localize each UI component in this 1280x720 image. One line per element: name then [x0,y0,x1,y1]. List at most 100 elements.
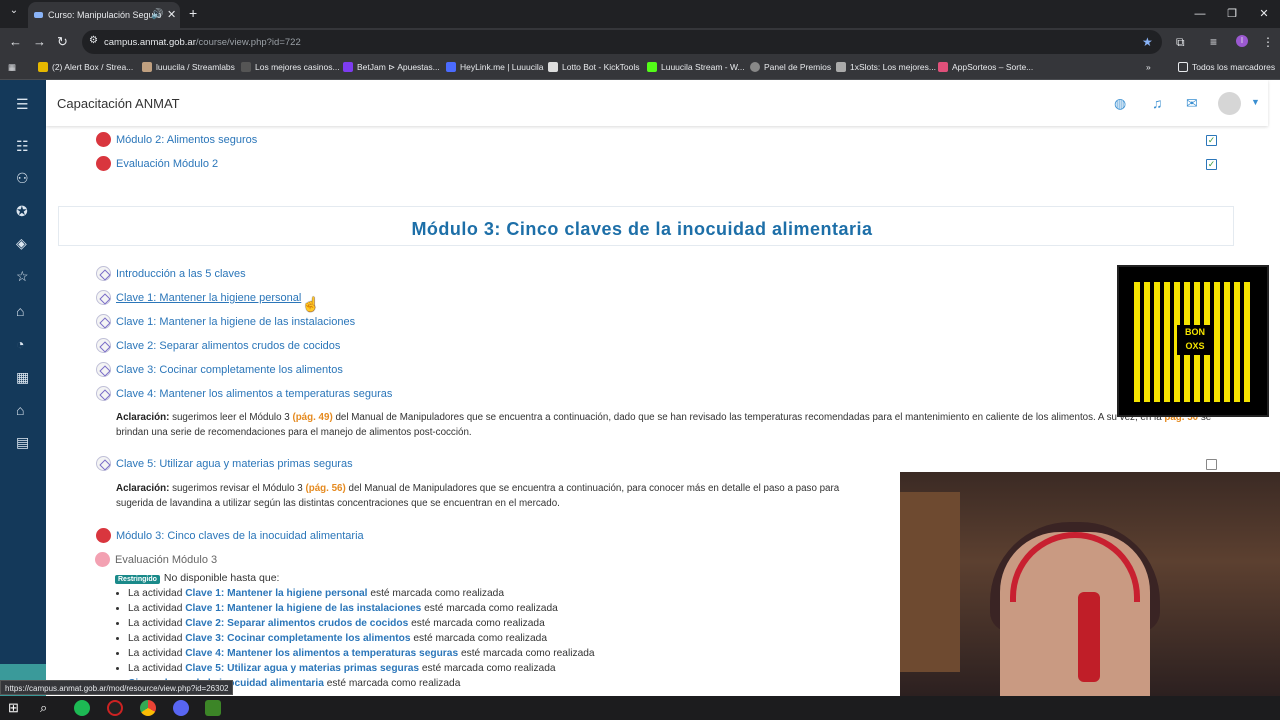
activity-link[interactable]: Clave 3: Cocinar completamente los alime… [185,633,410,644]
close-tab-icon[interactable]: ✕ [167,8,176,21]
activity-link[interactable]: Clave 1: Mantener la higiene de las inst… [185,603,421,614]
lesson-link[interactable]: Clave 5: Utilizar agua y materias primas… [96,456,353,471]
activity-link[interactable]: Clave 2: Separar alimentos crudos de coc… [185,618,408,629]
bookmark-star-icon[interactable]: ★ [1142,35,1153,49]
lesson-link[interactable]: Introducción a las 5 claves [96,266,246,281]
user-menu-chevron-down-icon[interactable]: ▼ [1251,97,1260,107]
home-icon[interactable]: ⌂ [16,303,24,319]
activity-link[interactable]: Módulo 2: Alimentos seguros [96,132,257,147]
lesson-link[interactable]: Clave 2: Separar alimentos crudos de coc… [96,338,340,353]
restore-icon[interactable]: ❐ [1216,0,1248,28]
restricted-quiz: Evaluación Módulo 3 [95,552,217,567]
minimize-icon[interactable]: — [1184,0,1216,28]
reload-icon[interactable]: ↻ [57,34,68,50]
bookmark-item[interactable]: BetJam ⊳ Apuestas... [343,62,440,73]
apps-grid-icon[interactable]: ▦ [8,62,16,73]
spotify-icon[interactable] [74,700,90,716]
completion-checkbox[interactable] [1206,459,1217,470]
forward-icon[interactable]: → [33,34,46,49]
mortarboard-icon[interactable]: ⌂ [16,402,24,418]
activity-link[interactable]: Evaluación Módulo 2 [96,156,218,171]
lesson-link[interactable]: Clave 4: Mantener los alimentos a temper… [96,386,392,401]
activity-link[interactable]: Clave 1: Mantener la higiene personal [185,588,367,599]
close-window-icon[interactable]: ✕ [1248,0,1280,28]
messages-icon[interactable]: ✉ [1186,95,1198,112]
new-tab-button[interactable]: + [189,5,197,21]
participants-icon[interactable]: ⚇ [16,170,29,187]
calendar-icon[interactable]: ▦ [16,369,29,386]
hamburger-menu-icon[interactable]: ☰ [16,96,29,113]
list-item: La actividad Clave 1: Mantener la higien… [128,586,595,601]
menu-kebab-icon[interactable]: ⋮ [1262,35,1274,49]
files-icon[interactable]: ▤ [16,434,29,451]
notifications-bell-icon[interactable]: ♫ [1152,95,1163,111]
bookmark-item[interactable]: Lotto Bot - KickTools [548,62,639,72]
list-item: La actividad Clave 1: Mantener la higien… [128,601,595,616]
windows-start-icon[interactable]: ⊞ [8,700,24,716]
bookmark-item[interactable]: Panel de Premios [750,62,831,72]
dashboard-icon[interactable]: ◔ [16,336,24,352]
address-bar[interactable]: ⚙ campus.anmat.gob.ar/course/view.php?id… [82,30,1162,54]
lesson-link[interactable]: Clave 1: Mantener la higiene personal [96,290,301,305]
minecraft-icon[interactable] [205,700,221,716]
lesson-icon [96,456,111,471]
more-bookmarks-icon[interactable]: » [1146,62,1151,72]
section-title[interactable]: Módulo 3: Cinco claves de la inocuidad a… [59,219,1225,240]
activity-link[interactable]: Clave 4: Mantener los alimentos a temper… [185,648,458,659]
speaker-icon[interactable]: 🔊 [151,9,163,20]
user-avatar[interactable] [1218,92,1241,115]
profile-avatar[interactable]: I [1236,35,1248,47]
site-header: Capacitación ANMAT ◍ ♫ ✉ ▼ [46,80,1268,126]
resource-link[interactable]: Módulo 3: Cinco claves de la inocuidad a… [96,528,364,543]
restriction-info: Restringido No disponible hasta que: [115,572,279,584]
obs-icon[interactable] [107,700,123,716]
webcam-overlay [900,472,1280,696]
completion-checkbox[interactable]: ✓ [1206,159,1217,170]
bookmark-item[interactable]: AppSorteos – Sorte... [938,62,1033,72]
search-icon[interactable]: ⌕ [40,700,56,716]
tab-favicon-icon [34,12,43,18]
lesson-link[interactable]: Clave 1: Mantener la higiene de las inst… [96,314,355,329]
activity-link[interactable]: Clave 5: Utilizar agua y materias primas… [185,663,419,674]
list-item: La actividad Clave 4: Mantener los alime… [128,646,595,661]
url-host: campus.anmat.gob.ar [104,37,196,48]
bookmark-item[interactable]: luuucila / Streamlabs [142,62,235,72]
list-item: La actividad Clave 3: Cocinar completame… [128,631,595,646]
lesson-link[interactable]: Clave 3: Cocinar completamente los alime… [96,362,343,377]
badges-icon[interactable]: ✪ [16,203,28,220]
site-title[interactable]: Capacitación ANMAT [57,96,180,111]
pdf-resource-icon [96,528,111,543]
extensions-icon[interactable]: ⧉ [1176,35,1185,50]
bookmark-item[interactable]: 1xSlots: Los mejores... [836,62,936,72]
language-globe-icon[interactable]: ◍ [1114,95,1126,112]
tab-active[interactable]: Curso: Manipulación Seguro 🔊 ✕ [28,2,180,28]
window-controls: — ❐ ✕ [1184,0,1280,28]
completion-checkbox[interactable]: ✓ [1206,135,1217,146]
course-index-icon[interactable]: ☷ [16,138,29,155]
back-icon[interactable]: ← [9,34,22,49]
microphone-image [1078,592,1100,682]
reading-list-icon[interactable]: ≡ [1210,35,1217,49]
site-info-icon[interactable]: ⚙ [89,35,98,46]
all-bookmarks-folder[interactable]: Todos los marcadores [1178,62,1275,72]
section-header-box: Módulo 3: Cinco claves de la inocuidad a… [58,206,1234,246]
bookshelf-image [900,492,960,672]
url-path: /course/view.php?id=722 [195,37,301,48]
bookmark-item[interactable]: Luuucila Stream - W... [647,62,745,72]
quiz-icon [96,156,111,171]
star-icon[interactable]: ☆ [16,268,29,285]
lesson-icon [96,266,111,281]
qr-logo: BON OXS [1177,325,1213,355]
discord-icon[interactable] [173,700,189,716]
chrome-icon[interactable] [140,700,156,716]
quiz-icon [95,552,110,567]
bookmark-item[interactable]: Los mejores casinos... [241,62,340,72]
tab-search-icon[interactable]: ⌄ [7,5,21,19]
bookmark-item[interactable]: (2) Alert Box / Strea... [38,62,133,72]
status-bar-url: https://campus.anmat.gob.ar/mod/resource… [0,680,234,695]
windows-taskbar: ⊞ ⌕ [0,696,1280,720]
layers-icon[interactable]: ◈ [16,235,27,252]
mouse-pointer-icon: ☝ [302,296,320,312]
lesson-icon [96,386,111,401]
bookmark-item[interactable]: HeyLink.me | Luuucila [446,62,543,72]
